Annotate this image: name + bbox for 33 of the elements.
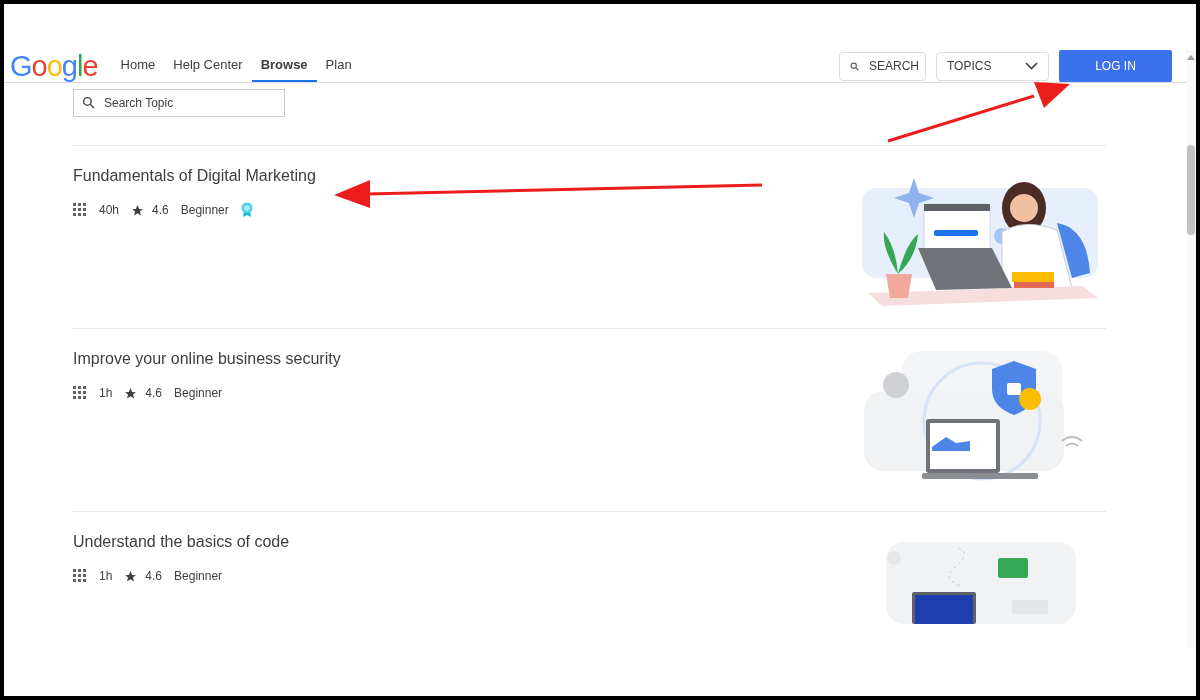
nav-tab[interactable]: Plan [316,50,361,82]
nav-tab[interactable]: Help Center [164,50,252,82]
course-duration: 40h [99,202,120,219]
topics-dropdown[interactable]: TOPICS [936,51,1049,81]
grid-icon [73,569,87,583]
scrollbar-thumb[interactable] [1187,145,1195,235]
search-icon [850,61,859,71]
grid-icon [73,386,87,400]
course-rating: 4.6 [145,568,163,585]
course-duration: 1h [99,385,113,402]
chevron-down-icon [1025,62,1038,70]
logo[interactable]: Google [10,51,98,81]
star-icon [124,386,138,400]
star-icon [124,569,138,583]
scrollbar[interactable] [1186,50,1196,648]
star-icon [131,203,145,217]
course-level: Beginner [174,568,223,585]
nav-tab[interactable]: Browse [251,50,317,82]
nav-tab[interactable]: Home [111,50,165,82]
course-rating: 4.6 [152,202,169,219]
course-rating: 4.6 [145,385,163,402]
search-button[interactable]: SEARCH [839,51,926,81]
scroll-up-icon[interactable] [1187,55,1195,60]
course-title[interactable]: Improve your online business security [73,349,858,369]
grid-icon [73,203,87,217]
course-level: Beginner [174,385,223,402]
course-level: Beginner [180,202,229,219]
search-icon [82,96,95,109]
login-button[interactable]: LOG IN [1059,50,1172,82]
course-title[interactable]: Fundamentals of Digital Marketing [73,166,858,186]
search-field[interactable]: Search Topic [73,89,285,117]
course-duration: 1h [99,568,113,585]
course-title[interactable]: Understand the basics of code [73,532,858,552]
